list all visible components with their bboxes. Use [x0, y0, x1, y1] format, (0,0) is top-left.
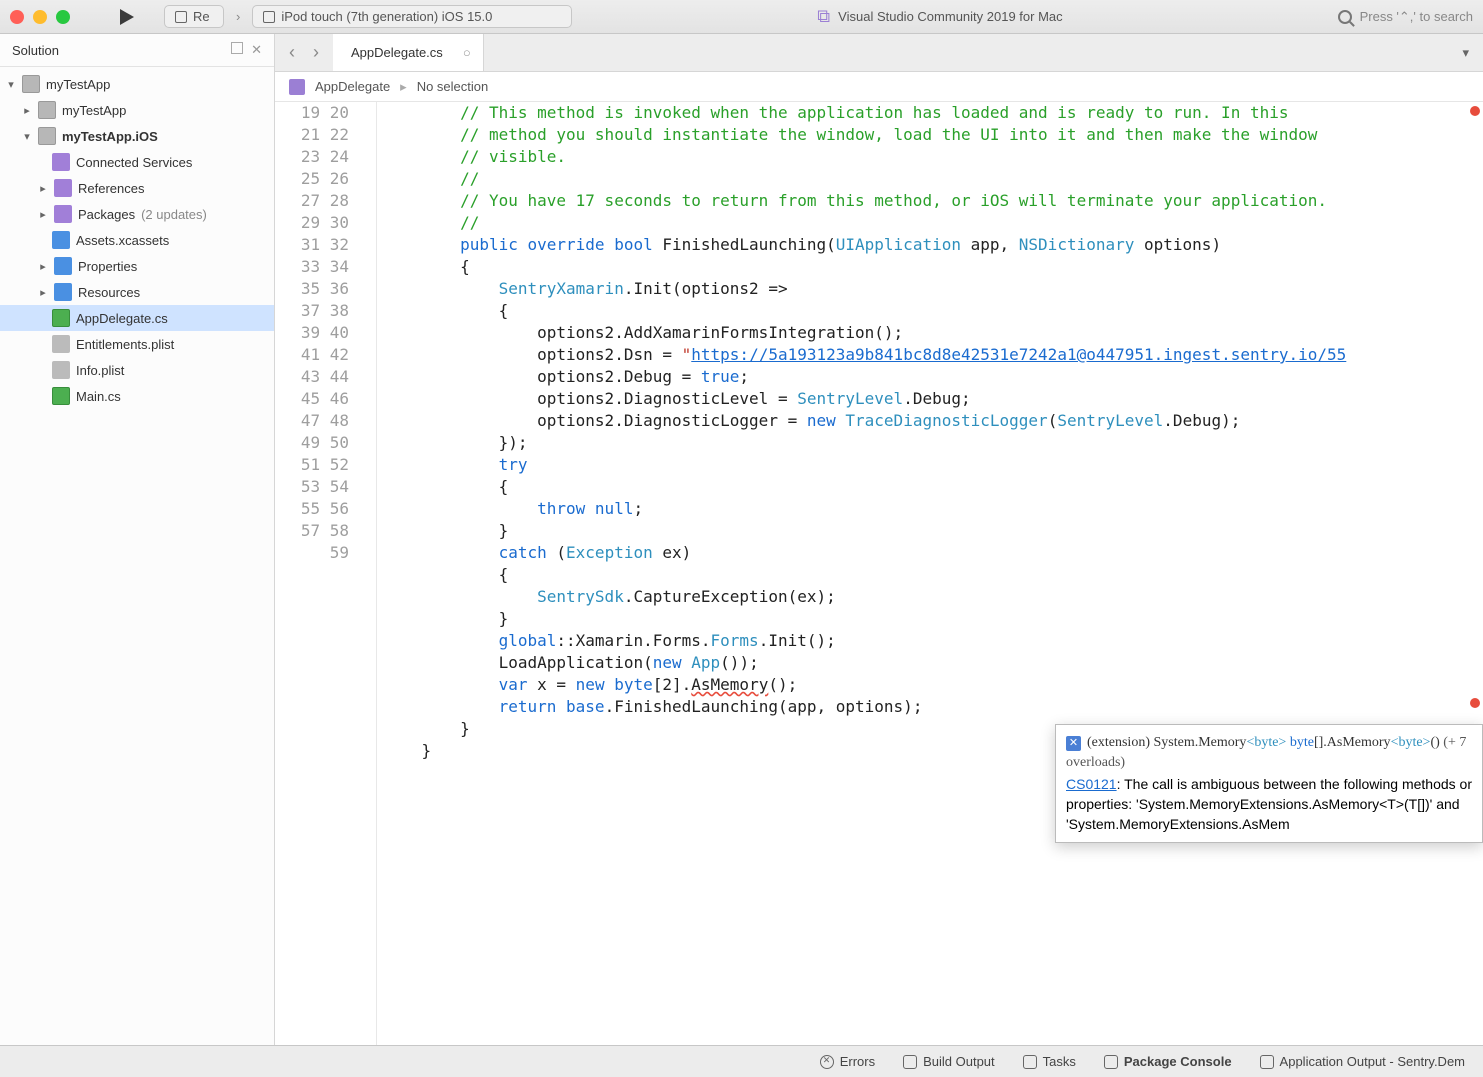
hover-tooltip: ✕(extension) System.Memory<byte> byte[].…: [1055, 724, 1483, 843]
pin-icon[interactable]: [231, 42, 243, 54]
code-editor[interactable]: 19 20 21 22 23 24 25 26 27 28 29 30 31 3…: [275, 102, 1483, 1045]
title-bar: ⧉ Visual Studio Community 2019 for Mac: [582, 6, 1297, 27]
bottom-pad-bar: Errors Build Output Tasks Package Consol…: [0, 1045, 1483, 1077]
disclosure-icon[interactable]: ▾: [22, 130, 32, 143]
error-strip[interactable]: [1467, 102, 1483, 1045]
folder-icon: [54, 283, 72, 301]
solution-root[interactable]: ▾myTestApp: [0, 71, 274, 97]
target-label: iPod touch (7th generation) iOS 15.0: [281, 9, 492, 24]
error-marker[interactable]: [1470, 106, 1480, 116]
plist-file-icon: [52, 361, 70, 379]
editor: ‹ › AppDelegate.cs ○ ▾ AppDelegate ▸ No …: [275, 34, 1483, 1045]
errors-pad-button[interactable]: Errors: [820, 1054, 875, 1069]
disclosure-icon[interactable]: ▸: [38, 182, 48, 195]
packages[interactable]: ▸Packages (2 updates): [0, 201, 274, 227]
disclosure-icon[interactable]: ▸: [38, 286, 48, 299]
vs-icon: ⧉: [817, 6, 830, 27]
assets-xcassets[interactable]: Assets.xcassets: [0, 227, 274, 253]
solution-icon: [22, 75, 40, 93]
tab-label: AppDelegate.cs: [351, 45, 443, 60]
close-icon[interactable]: ✕: [251, 42, 262, 58]
run-config-label: Re: [193, 9, 210, 24]
nav-forward-button[interactable]: ›: [313, 42, 319, 63]
square-icon: [175, 11, 187, 23]
disclosure-icon[interactable]: ▸: [38, 208, 48, 221]
console-icon: [1104, 1055, 1118, 1069]
folder-icon: [52, 231, 70, 249]
project-icon: [38, 101, 56, 119]
solution-tree: ▾myTestApp ▸myTestApp ▾myTestApp.iOS Con…: [0, 67, 274, 1045]
csharp-file-icon: [52, 387, 70, 405]
error-marker[interactable]: [1470, 698, 1480, 708]
file-infoplist[interactable]: Info.plist: [0, 357, 274, 383]
connected-services[interactable]: Connected Services: [0, 149, 274, 175]
zoom-window[interactable]: [56, 10, 70, 24]
resources-folder[interactable]: ▸Resources: [0, 279, 274, 305]
solution-pad-title: Solution: [12, 43, 59, 58]
tab-overflow-button[interactable]: ▾: [1448, 34, 1483, 71]
global-search[interactable]: Press '⌃,' to search: [1338, 9, 1473, 25]
references[interactable]: ▸References: [0, 175, 274, 201]
disclosure-icon[interactable]: ▸: [22, 104, 32, 117]
tasks-icon: [1023, 1055, 1037, 1069]
output-icon: [1260, 1055, 1274, 1069]
disclosure-icon[interactable]: ▸: [38, 260, 48, 273]
app-title: Visual Studio Community 2019 for Mac: [838, 9, 1062, 24]
search-icon: [1338, 10, 1352, 24]
breadcrumb[interactable]: AppDelegate ▸ No selection: [275, 72, 1483, 102]
project-mytestapp[interactable]: ▸myTestApp: [0, 97, 274, 123]
run-button[interactable]: [120, 9, 134, 25]
tab-appdelegate[interactable]: AppDelegate.cs ○: [333, 34, 484, 71]
breadcrumb-member[interactable]: No selection: [417, 79, 489, 94]
plist-file-icon: [52, 335, 70, 353]
breadcrumb-class[interactable]: AppDelegate: [315, 79, 390, 94]
package-console-pad-button[interactable]: Package Console: [1104, 1054, 1232, 1069]
tab-close-icon[interactable]: ○: [463, 45, 471, 60]
file-main-cs[interactable]: Main.cs: [0, 383, 274, 409]
build-icon: [903, 1055, 917, 1069]
toolbar: Re › iPod touch (7th generation) iOS 15.…: [0, 0, 1483, 34]
error-icon: [820, 1055, 834, 1069]
file-entitlements[interactable]: Entitlements.plist: [0, 331, 274, 357]
minimize-window[interactable]: [33, 10, 47, 24]
csharp-file-icon: [52, 309, 70, 327]
error-code-link[interactable]: CS0121: [1066, 776, 1117, 792]
tasks-pad-button[interactable]: Tasks: [1023, 1054, 1076, 1069]
run-config-selector[interactable]: Re: [164, 5, 224, 28]
class-icon: [289, 79, 305, 95]
window-controls: [10, 10, 70, 24]
app-output-pad-button[interactable]: Application Output - Sentry.Dem: [1260, 1054, 1465, 1069]
solution-pad: Solution ✕ ▾myTestApp ▸myTestApp ▾myTest…: [0, 34, 275, 1045]
chevron-right-icon: ›: [234, 9, 242, 24]
target-selector[interactable]: iPod touch (7th generation) iOS 15.0: [252, 5, 572, 28]
fold-gutter[interactable]: [357, 102, 377, 1045]
close-window[interactable]: [10, 10, 24, 24]
project-icon: [38, 127, 56, 145]
folder-icon: [54, 257, 72, 275]
device-icon: [263, 11, 275, 23]
project-mytestapp-ios[interactable]: ▾myTestApp.iOS: [0, 123, 274, 149]
line-gutter: 19 20 21 22 23 24 25 26 27 28 29 30 31 3…: [275, 102, 357, 1045]
code-text[interactable]: // This method is invoked when the appli…: [377, 102, 1467, 1045]
references-icon: [54, 179, 72, 197]
properties-folder[interactable]: ▸Properties: [0, 253, 274, 279]
build-output-pad-button[interactable]: Build Output: [903, 1054, 995, 1069]
file-appdelegate[interactable]: AppDelegate.cs: [0, 305, 274, 331]
search-placeholder: Press '⌃,' to search: [1360, 9, 1473, 25]
connected-services-icon: [52, 153, 70, 171]
tab-bar: ‹ › AppDelegate.cs ○ ▾: [275, 34, 1483, 72]
nav-back-button[interactable]: ‹: [289, 42, 295, 63]
method-icon: ✕: [1066, 736, 1081, 751]
error-message: : The call is ambiguous between the foll…: [1066, 776, 1472, 833]
packages-icon: [54, 205, 72, 223]
solution-pad-header: Solution ✕: [0, 34, 274, 67]
disclosure-icon[interactable]: ▾: [6, 78, 16, 91]
chevron-right-icon: ▸: [400, 79, 407, 95]
